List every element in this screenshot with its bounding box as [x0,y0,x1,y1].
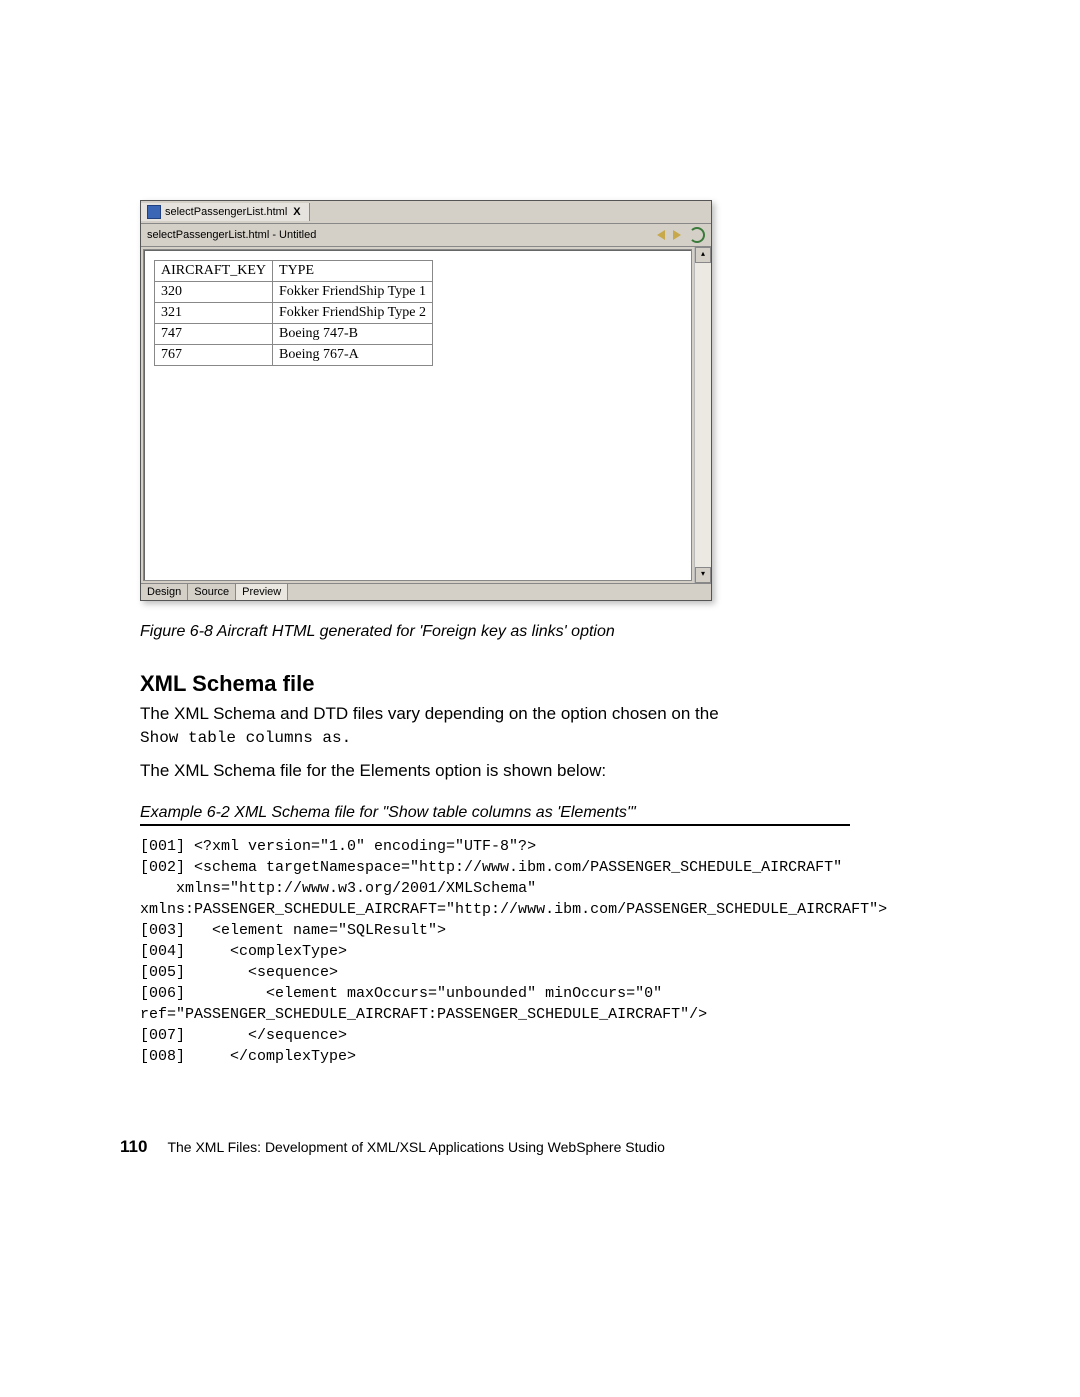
tab-preview[interactable]: Preview [236,584,288,600]
title-bar: selectPassengerList.html - Untitled [141,224,711,247]
document-title: selectPassengerList.html - Untitled [147,229,316,241]
table-row: 321Fokker FriendShip Type 2 [155,303,433,324]
section-heading: XML Schema file [140,671,850,697]
divider [140,824,850,826]
back-icon[interactable] [657,230,665,240]
vertical-scrollbar[interactable]: ▴ ▾ [694,247,711,583]
tab-label: selectPassengerList.html [165,206,287,218]
scroll-down-icon[interactable]: ▾ [695,567,711,583]
refresh-icon[interactable] [689,227,705,243]
view-tabs: Design Source Preview [141,583,711,600]
paragraph: The XML Schema and DTD files vary depend… [140,703,850,750]
html-file-icon [147,205,161,219]
preview-content: AIRCRAFT_KEY TYPE 320Fokker FriendShip T… [143,249,692,581]
col-header: AIRCRAFT_KEY [155,261,273,282]
tab-source[interactable]: Source [188,584,236,600]
paragraph: The XML Schema file for the Elements opt… [140,760,850,783]
table-row: 747Boeing 747-B [155,324,433,345]
aircraft-table: AIRCRAFT_KEY TYPE 320Fokker FriendShip T… [154,260,433,366]
inline-code: Show table columns as. [140,729,351,747]
nav-icons [657,227,705,243]
example-caption: Example 6-2 XML Schema file for "Show ta… [140,804,850,822]
tab-design[interactable]: Design [141,584,188,600]
table-row: 320Fokker FriendShip Type 1 [155,282,433,303]
table-row: 767Boeing 767-A [155,345,433,366]
editor-window: selectPassengerList.html X selectPasseng… [140,200,712,601]
forward-icon[interactable] [673,230,681,240]
page-footer: 110 The XML Files: Development of XML/XS… [120,1137,960,1157]
scroll-up-icon[interactable]: ▴ [695,247,711,263]
page-number: 110 [120,1137,147,1157]
code-listing: [001] <?xml version="1.0" encoding="UTF-… [140,836,850,1067]
table-header-row: AIRCRAFT_KEY TYPE [155,261,433,282]
col-header: TYPE [273,261,433,282]
book-title: The XML Files: Development of XML/XSL Ap… [167,1139,665,1155]
close-icon[interactable]: X [291,206,302,218]
figure-caption: Figure 6-8 Aircraft HTML generated for '… [140,623,960,641]
editor-tab[interactable]: selectPassengerList.html X [141,203,310,221]
tab-bar: selectPassengerList.html X [141,201,711,224]
